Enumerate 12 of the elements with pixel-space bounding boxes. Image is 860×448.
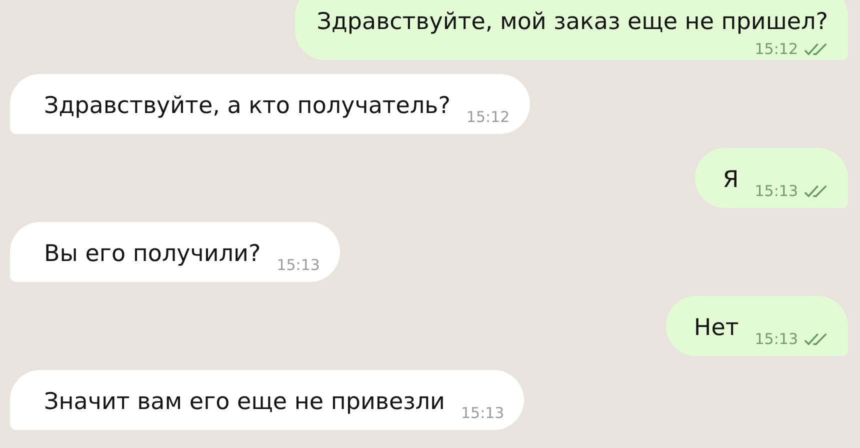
- message-time: 15:13: [461, 404, 504, 422]
- message-text: Здравствуйте, а кто получатель?: [44, 92, 450, 120]
- message-text: Вы его получили?: [44, 240, 261, 268]
- message-time: 15:13: [754, 182, 798, 200]
- message-text: Значит вам его еще не привезли: [44, 388, 445, 416]
- message-time: 15:13: [276, 256, 320, 274]
- message-text: Нет: [694, 314, 739, 342]
- message-text: Я: [722, 166, 739, 194]
- message-time: 15:13: [754, 330, 798, 348]
- message-text: Здравствуйте, мой заказ еще не пришел?: [316, 8, 828, 36]
- message-time: 15:12: [754, 40, 798, 58]
- message-time: 15:12: [466, 108, 510, 126]
